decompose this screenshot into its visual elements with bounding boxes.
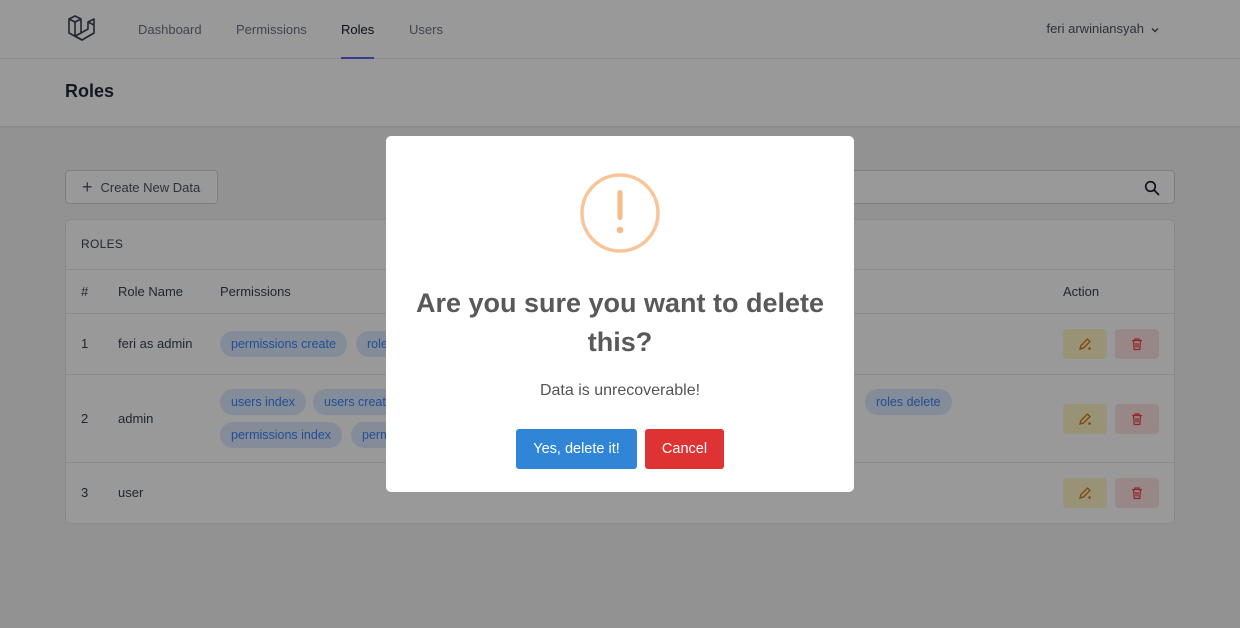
dialog-message: Data is unrecoverable! bbox=[539, 382, 701, 399]
confirm-delete-button[interactable]: Yes, delete it! bbox=[516, 429, 637, 469]
exclamation-icon bbox=[580, 173, 660, 253]
dialog-title: Are you sure you want to delete this? bbox=[415, 288, 825, 357]
delete-confirmation-dialog: Are you sure you want to delete this? Da… bbox=[386, 136, 854, 492]
cancel-button[interactable]: Cancel bbox=[645, 429, 724, 469]
